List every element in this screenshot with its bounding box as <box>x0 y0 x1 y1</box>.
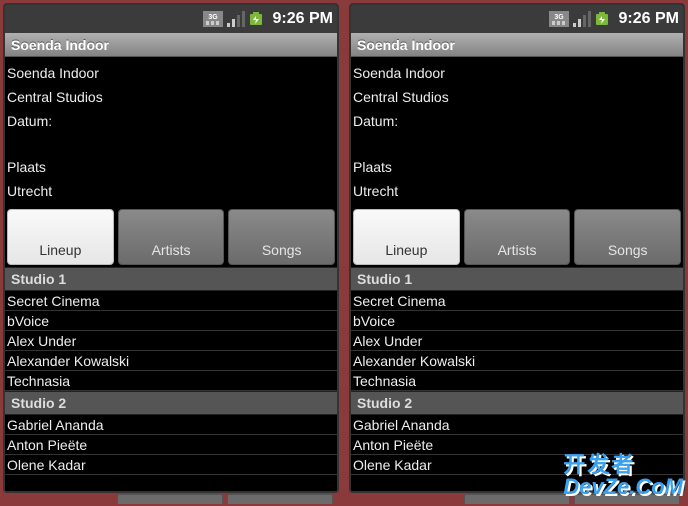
tab-artists[interactable]: Artists <box>118 209 225 265</box>
event-name: Soenda Indoor <box>353 61 681 85</box>
list-item[interactable]: bVoice <box>5 311 337 331</box>
tab-strip: Lineup Artists Songs <box>5 207 337 267</box>
svg-text:3G: 3G <box>208 14 218 21</box>
tab-songs[interactable]: Songs <box>574 209 681 265</box>
tab-strip: Lineup Artists Songs <box>351 207 683 267</box>
event-place-label: Plaats <box>7 155 335 179</box>
tab-songs[interactable]: Songs <box>228 209 335 265</box>
section-header: Studio 1 <box>351 267 683 291</box>
list-item[interactable]: Gabriel Ananda <box>5 415 337 435</box>
bottom-tab-hint-left <box>115 492 335 506</box>
list-item[interactable]: Technasia <box>5 371 337 391</box>
list-item[interactable]: Alex Under <box>5 331 337 351</box>
status-clock: 9:26 PM <box>273 10 333 28</box>
list-item[interactable]: Technasia <box>351 371 683 391</box>
bottom-tab <box>574 494 680 504</box>
list-item[interactable]: Alex Under <box>351 331 683 351</box>
spacer <box>7 133 335 155</box>
network-3g-icon: 3G <box>203 11 223 27</box>
list-item[interactable]: Olene Kadar <box>351 455 683 475</box>
status-bar: 3G 9:26 PM <box>351 5 683 33</box>
signal-icon <box>227 11 245 27</box>
list-item[interactable] <box>351 475 683 493</box>
bottom-tab <box>464 494 570 504</box>
title-bar: Soenda Indoor <box>5 33 337 57</box>
bottom-tab <box>227 494 333 504</box>
list-item[interactable]: Secret Cinema <box>5 291 337 311</box>
event-place-label: Plaats <box>353 155 681 179</box>
status-bar: 3G 9:26 PM <box>5 5 337 33</box>
event-city: Utrecht <box>353 179 681 203</box>
battery-icon <box>249 11 265 27</box>
list-item[interactable]: bVoice <box>351 311 683 331</box>
list-item[interactable]: Alexander Kowalski <box>5 351 337 371</box>
title-text: Soenda Indoor <box>357 37 455 53</box>
section-header: Studio 1 <box>5 267 337 291</box>
event-venue: Central Studios <box>7 85 335 109</box>
event-info: Soenda Indoor Central Studios Datum: Pla… <box>351 57 683 207</box>
section-header: Studio 2 <box>351 391 683 415</box>
bottom-tab <box>117 494 223 504</box>
phone-right: 3G 9:26 PM Soenda Indoor Soenda Indoor C… <box>349 3 685 493</box>
list-item[interactable]: Gabriel Ananda <box>351 415 683 435</box>
battery-icon <box>595 11 611 27</box>
title-text: Soenda Indoor <box>11 37 109 53</box>
event-name: Soenda Indoor <box>7 61 335 85</box>
tab-artists[interactable]: Artists <box>464 209 571 265</box>
network-3g-icon: 3G <box>549 11 569 27</box>
status-clock: 9:26 PM <box>619 10 679 28</box>
bottom-tab-hint-right <box>462 492 682 506</box>
event-info: Soenda Indoor Central Studios Datum: Pla… <box>5 57 337 207</box>
list-item[interactable] <box>5 475 337 493</box>
spacer <box>353 133 681 155</box>
event-date-label: Datum: <box>353 109 681 133</box>
list-item[interactable]: Alexander Kowalski <box>351 351 683 371</box>
list-item[interactable]: Secret Cinema <box>351 291 683 311</box>
signal-icon <box>573 11 591 27</box>
list-item[interactable]: Anton Pieëte <box>351 435 683 455</box>
event-city: Utrecht <box>7 179 335 203</box>
list-item[interactable]: Anton Pieëte <box>5 435 337 455</box>
phone-left: 3G 9:26 PM Soenda Indoor Soenda Indoor C… <box>3 3 339 493</box>
list-item[interactable]: Olene Kadar <box>5 455 337 475</box>
title-bar: Soenda Indoor <box>351 33 683 57</box>
svg-text:3G: 3G <box>554 14 564 21</box>
tab-lineup[interactable]: Lineup <box>353 209 460 265</box>
section-header: Studio 2 <box>5 391 337 415</box>
event-date-label: Datum: <box>7 109 335 133</box>
tab-lineup[interactable]: Lineup <box>7 209 114 265</box>
event-venue: Central Studios <box>353 85 681 109</box>
lineup-list[interactable]: Studio 1 Secret Cinema bVoice Alex Under… <box>351 267 683 493</box>
lineup-list[interactable]: Studio 1 Secret Cinema bVoice Alex Under… <box>5 267 337 493</box>
